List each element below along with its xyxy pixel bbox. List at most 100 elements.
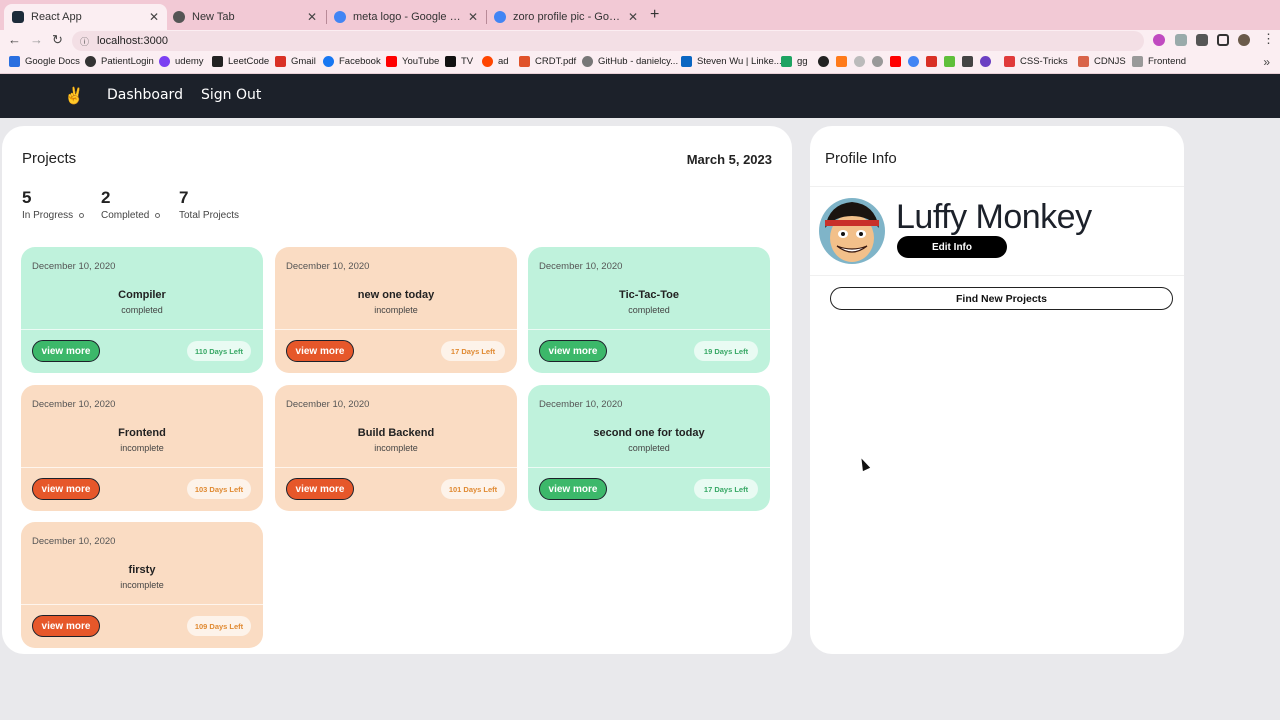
youtube-bookmark-icon[interactable] [890,56,906,67]
close-tab-icon[interactable]: ✕ [628,10,638,24]
edit-info-button[interactable]: Edit Info [897,236,1007,258]
project-card: December 10, 2020 firsty incomplete view… [21,522,263,648]
close-tab-icon[interactable]: ✕ [307,10,317,24]
google-bookmark-icon[interactable] [908,56,924,67]
circle-icon [854,56,865,67]
browser-tab[interactable]: New Tab ✕ [165,4,325,30]
app-navbar: ✌ Dashboard Sign Out [0,74,1280,118]
forward-arrow-icon[interactable]: → [30,32,43,47]
puzzle-extensions-icon[interactable] [1196,34,1208,46]
project-date: December 10, 2020 [539,399,623,410]
project-date: December 10, 2020 [32,261,116,272]
view-more-button[interactable]: view more [539,478,607,500]
bookmark-icon[interactable] [962,56,978,67]
bookmarks-bar: Google Docs PatientLogin udemy LeetCode … [0,52,1280,74]
bookmark-label: CDNJS [1094,56,1126,67]
bookmark-udemy[interactable]: udemy [159,56,204,67]
find-new-projects-button[interactable]: Find New Projects [830,287,1173,310]
card-divider [528,329,770,330]
bookmark-tv[interactable]: TV [445,56,473,67]
view-more-button[interactable]: view more [539,340,607,362]
bookmark-frontend[interactable]: Frontend [1132,56,1186,67]
bookmark-icon[interactable] [872,56,888,67]
shield-icon [980,56,991,67]
project-status: incomplete [374,305,418,315]
bookmark-label: LeetCode [228,56,270,67]
facebook-icon [323,56,334,67]
bookmark-google-docs[interactable]: Google Docs [9,56,80,67]
asterisk-icon [1004,56,1015,67]
projects-panel: Projects March 5, 2023 5 In Progress 2 C… [2,126,792,654]
extension-icon[interactable] [1153,34,1165,46]
app-logo-icon[interactable]: ✌ [64,86,84,106]
spotify-bookmark-icon[interactable] [818,56,834,67]
bookmark-linkedin[interactable]: Steven Wu | Linke... [681,56,782,67]
new-tab-button[interactable]: + [650,6,659,24]
bookmark-label: PatientLogin [101,56,154,67]
bookmark-patientlogin[interactable]: PatientLogin [85,56,154,67]
bookmark-gmail[interactable]: Gmail [275,56,316,67]
nav-signout-link[interactable]: Sign Out [201,87,261,103]
bookmark-leetcode[interactable]: LeetCode [212,56,269,67]
browser-tab-active[interactable]: React App ✕ [4,4,167,30]
reload-icon[interactable]: ↻ [52,32,63,48]
project-name: firsty [128,564,156,576]
site-info-icon[interactable]: ⓘ [80,35,89,48]
stat-label: In Progress [22,210,74,221]
pdf-icon [519,56,530,67]
github-icon [582,56,593,67]
days-left-badge: 17 Days Left [441,341,505,361]
avatar [819,198,885,264]
browser-tab[interactable]: meta logo - Google Search ✕ [326,4,486,30]
side-panel-icon[interactable] [1217,34,1229,46]
bookmark-icon[interactable] [854,56,870,67]
profile-info-title: Profile Info [825,150,897,167]
stat-value: 5 [22,188,32,207]
close-tab-icon[interactable]: ✕ [468,10,478,24]
project-name: Compiler [118,289,166,301]
bookmark-cdnjs[interactable]: CDNJS [1078,56,1126,67]
bookmark-icon[interactable] [944,56,960,67]
browser-menu-icon[interactable]: ⋮ [1262,31,1275,47]
bookmark-facebook[interactable]: Facebook [323,56,381,67]
address-bar[interactable]: ⓘ localhost:3000 [72,31,1144,51]
browser-tab[interactable]: zoro profile pic - Google Search ✕ [486,4,646,30]
profile-avatar-icon[interactable] [1238,34,1250,46]
more-bookmarks-icon[interactable]: » [1263,55,1270,69]
project-card: December 10, 2020 new one today incomple… [275,247,517,373]
view-more-button[interactable]: view more [32,478,100,500]
days-left-badge: 110 Days Left [187,341,251,361]
google-icon [908,56,919,67]
view-more-button[interactable]: view more [32,340,100,362]
bookmark-gg[interactable]: gg [781,56,808,67]
bookmark-crdt-pdf[interactable]: CRDT.pdf [519,56,576,67]
bookmark-ad[interactable]: ad [482,56,509,67]
soundcloud-bookmark-icon[interactable] [836,56,852,67]
days-left-badge: 101 Days Left [441,479,505,499]
view-more-button[interactable]: view more [286,478,354,500]
project-date: December 10, 2020 [286,261,370,272]
document-icon [962,56,973,67]
divider [810,186,1184,187]
extension-icon[interactable] [1175,34,1187,46]
close-tab-icon[interactable]: ✕ [149,10,159,24]
bookmark-github[interactable]: GitHub - danielcy... [582,56,678,67]
nav-dashboard-link[interactable]: Dashboard [107,87,183,103]
project-date: December 10, 2020 [32,536,116,547]
view-more-button[interactable]: view more [286,340,354,362]
view-more-button[interactable]: view more [32,615,100,637]
bookmark-label: TV [461,56,474,67]
project-name: Frontend [118,427,166,439]
gmail-icon [926,56,937,67]
spotify-icon [818,56,829,67]
bookmark-icon[interactable] [980,56,996,67]
bookmark-label: Gmail [291,56,316,67]
leetcode-icon [212,56,223,67]
bookmark-youtube[interactable]: YouTube [386,56,439,67]
card-divider [21,604,263,605]
back-arrow-icon[interactable]: ← [8,32,21,47]
bookmark-css-tricks[interactable]: CSS-Tricks [1004,56,1068,67]
gmail-bookmark-icon[interactable] [926,56,942,67]
tv-icon [445,56,456,67]
project-name: second one for today [593,427,705,439]
